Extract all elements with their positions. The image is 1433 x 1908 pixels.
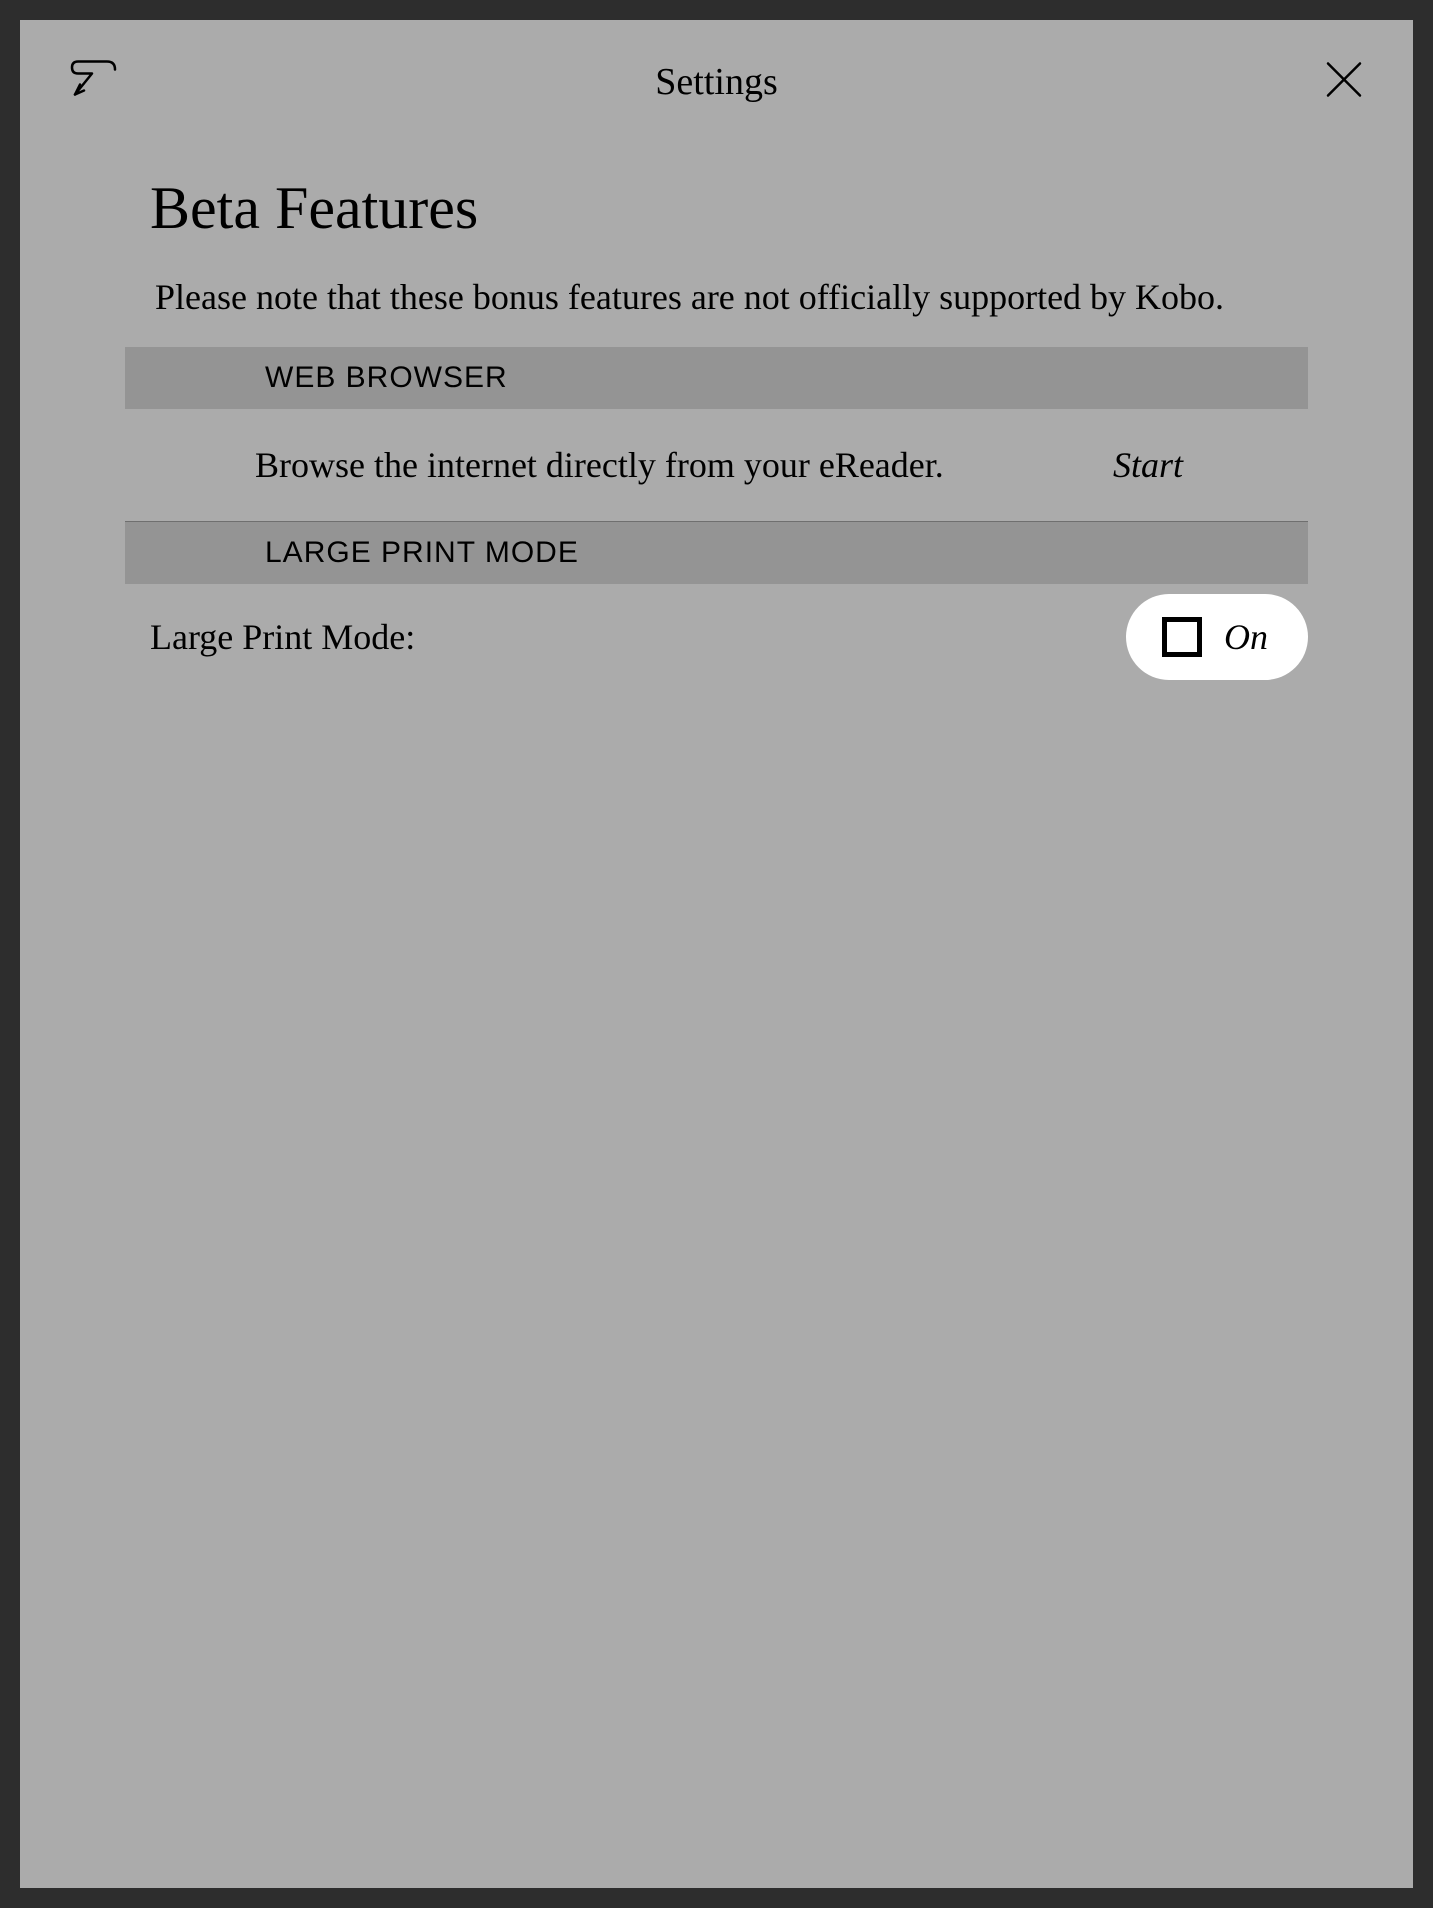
content-area: Beta Features Please note that these bon…: [20, 144, 1413, 693]
close-icon: [1325, 61, 1363, 99]
header-title: Settings: [655, 60, 777, 104]
close-button[interactable]: [1325, 61, 1363, 104]
settings-screen: Settings Beta Features Please note that …: [20, 20, 1413, 1888]
header-bar: Settings: [20, 20, 1413, 144]
checkbox-icon: [1162, 617, 1202, 657]
web-browser-section-header: WEB BROWSER: [125, 347, 1308, 409]
large-print-section-header: LARGE PRINT MODE: [125, 522, 1308, 584]
web-browser-start-button[interactable]: Start: [1113, 444, 1183, 486]
large-print-label: Large Print Mode:: [150, 616, 415, 658]
disclaimer-text: Please note that these bonus features ar…: [20, 263, 1413, 347]
large-print-toggle[interactable]: On: [1126, 594, 1308, 680]
toggle-state-label: On: [1224, 616, 1268, 658]
back-arrow-icon: [70, 60, 120, 100]
large-print-row: Large Print Mode: On: [20, 584, 1413, 693]
page-title: Beta Features: [20, 144, 1413, 263]
web-browser-description: Browse the internet directly from your e…: [255, 444, 944, 486]
web-browser-row: Browse the internet directly from your e…: [125, 409, 1308, 522]
back-button[interactable]: [70, 60, 120, 105]
